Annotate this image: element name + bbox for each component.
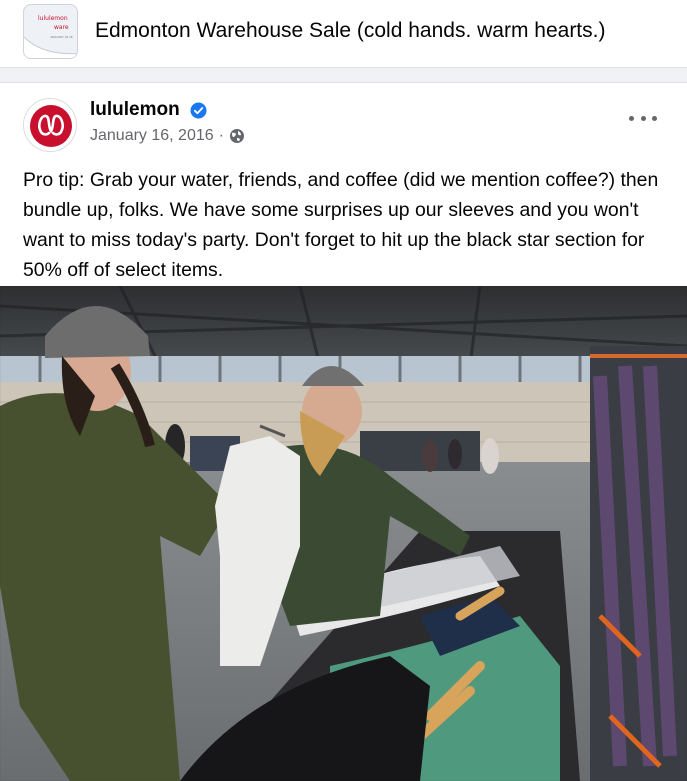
verified-badge-icon — [190, 102, 207, 119]
more-dot-icon — [629, 115, 634, 121]
post-meta: January 16, 2016 · — [90, 127, 245, 145]
group-thumbnail[interactable]: lululemon ware JANUARY 15-18 — [23, 4, 78, 59]
thumbnail-swoosh-icon — [24, 36, 77, 58]
group-title[interactable]: Edmonton Warehouse Sale (cold hands. war… — [95, 19, 605, 43]
page-name[interactable]: lululemon — [90, 99, 180, 121]
more-options-button[interactable] — [629, 111, 657, 125]
lululemon-logo-icon — [30, 105, 72, 147]
more-dot-icon — [640, 115, 646, 121]
warehouse-sale-photo — [0, 286, 687, 781]
more-dot-icon — [652, 115, 657, 121]
meta-separator: · — [218, 127, 224, 144]
post-date[interactable]: January 16, 2016 — [90, 127, 214, 145]
thumbnail-brand-text: lululemon — [38, 15, 68, 22]
thumbnail-ware-text: ware — [54, 24, 69, 31]
post-card: lululemon January 16, 2016 · Pro tip: Gr… — [0, 82, 687, 781]
post-body-text: Pro tip: Grab your water, friends, and c… — [23, 169, 659, 281]
thumbnail-date-text: JANUARY 15-18 — [50, 35, 73, 39]
avatar[interactable] — [23, 98, 77, 152]
group-header: lululemon ware JANUARY 15-18 Edmonton Wa… — [0, 0, 687, 68]
post-photo[interactable] — [0, 286, 687, 781]
globe-icon[interactable] — [229, 128, 245, 144]
